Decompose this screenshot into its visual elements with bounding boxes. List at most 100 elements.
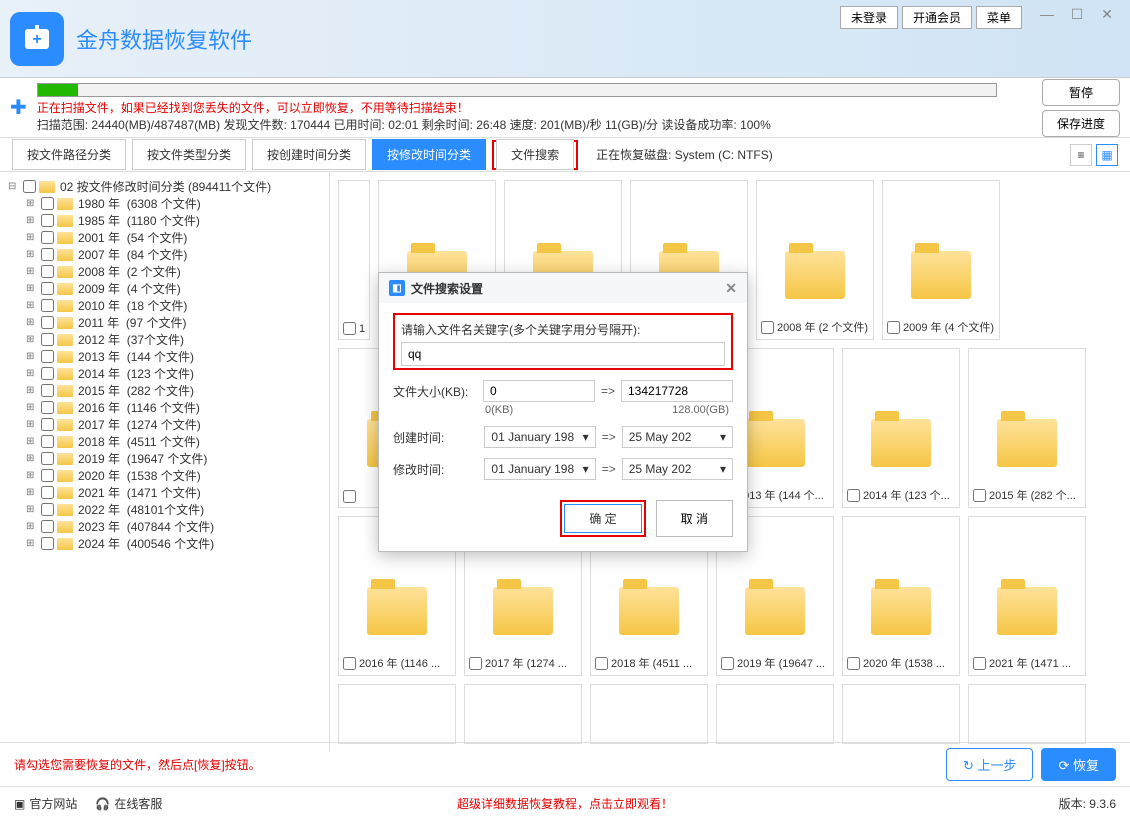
tab-by-path[interactable]: 按文件路径分类 (12, 139, 126, 170)
tree-item[interactable]: ⊞ 1980 年 (6308 个文件) (26, 195, 321, 212)
tile-checkbox[interactable] (595, 657, 608, 670)
tree-checkbox[interactable] (41, 231, 54, 244)
tree-checkbox[interactable] (41, 248, 54, 261)
tree-panel[interactable]: ⊟ 02 按文件修改时间分类 (894411个文件) ⊞ 1980 年 (630… (0, 172, 330, 752)
support-link[interactable]: 🎧在线客服 (95, 795, 162, 812)
expand-icon[interactable]: ⊞ (26, 249, 38, 260)
expand-icon[interactable]: ⊞ (26, 300, 38, 311)
expand-icon[interactable]: ⊞ (26, 385, 38, 396)
tree-item[interactable]: ⊞ 2017 年 (1274 个文件) (26, 416, 321, 433)
tree-root-checkbox[interactable] (23, 180, 36, 193)
tree-checkbox[interactable] (41, 384, 54, 397)
tree-checkbox[interactable] (41, 452, 54, 465)
folder-tile[interactable] (842, 684, 960, 744)
tab-by-type[interactable]: 按文件类型分类 (132, 139, 246, 170)
menu-button[interactable]: 菜单 (976, 6, 1022, 29)
tree-checkbox[interactable] (41, 333, 54, 346)
tree-checkbox[interactable] (41, 418, 54, 431)
official-site-link[interactable]: ▣官方网站 (14, 795, 77, 812)
tree-checkbox[interactable] (41, 435, 54, 448)
tutorial-link[interactable]: 超级详细数据恢复教程，点击立即观看！ (457, 795, 673, 812)
expand-icon[interactable]: ⊞ (26, 266, 38, 277)
expand-icon[interactable]: ⊞ (26, 198, 38, 209)
folder-tile[interactable]: 2020 年 (1538 ... (842, 516, 960, 676)
tree-checkbox[interactable] (41, 299, 54, 312)
size-to-input[interactable] (621, 380, 733, 402)
folder-tile[interactable] (464, 684, 582, 744)
expand-icon[interactable]: ⊞ (26, 436, 38, 447)
keyword-input[interactable] (401, 342, 725, 366)
tree-checkbox[interactable] (41, 282, 54, 295)
grid-view-icon[interactable]: ▦ (1096, 144, 1118, 166)
expand-icon[interactable]: ⊞ (26, 419, 38, 430)
folder-tile[interactable]: 2009 年 (4 个文件) (882, 180, 1000, 340)
tile-checkbox[interactable] (847, 657, 860, 670)
expand-icon[interactable]: ⊞ (26, 470, 38, 481)
tree-item[interactable]: ⊞ 2007 年 (84 个文件) (26, 246, 321, 263)
tree-checkbox[interactable] (41, 537, 54, 550)
open-vip-button[interactable]: 开通会员 (902, 6, 972, 29)
created-from-picker[interactable]: 01 January 198▾ (484, 426, 595, 448)
tree-checkbox[interactable] (41, 350, 54, 363)
expand-icon[interactable]: ⊞ (26, 521, 38, 532)
cancel-button[interactable]: 取 消 (656, 500, 733, 537)
expand-icon[interactable]: ⊞ (26, 283, 38, 294)
expand-icon[interactable]: ⊞ (26, 504, 38, 515)
tree-checkbox[interactable] (41, 265, 54, 278)
expand-icon[interactable]: ⊞ (26, 351, 38, 362)
tree-item[interactable]: ⊞ 2024 年 (400546 个文件) (26, 535, 321, 552)
tree-checkbox[interactable] (41, 316, 54, 329)
tile-checkbox[interactable] (343, 490, 356, 503)
tree-checkbox[interactable] (41, 197, 54, 210)
tree-item[interactable]: ⊞ 2021 年 (1471 个文件) (26, 484, 321, 501)
tile-checkbox[interactable] (721, 657, 734, 670)
size-from-input[interactable] (483, 380, 595, 402)
tree-item[interactable]: ⊞ 2001 年 (54 个文件) (26, 229, 321, 246)
tree-item[interactable]: ⊞ 1985 年 (1180 个文件) (26, 212, 321, 229)
expand-icon[interactable]: ⊞ (26, 368, 38, 379)
list-view-icon[interactable]: ≡ (1070, 144, 1092, 166)
expand-icon[interactable]: ⊞ (26, 538, 38, 549)
tile-checkbox[interactable] (343, 657, 356, 670)
folder-tile[interactable]: 2014 年 (123 个... (842, 348, 960, 508)
modified-to-picker[interactable]: 25 May 202▾ (622, 458, 733, 480)
tile-checkbox[interactable] (973, 489, 986, 502)
tree-item[interactable]: ⊞ 2022 年 (48101个文件) (26, 501, 321, 518)
close-icon[interactable]: ✕ (1092, 6, 1122, 29)
tree-item[interactable]: ⊞ 2018 年 (4511 个文件) (26, 433, 321, 450)
expand-icon[interactable]: ⊞ (26, 402, 38, 413)
expand-icon[interactable]: ⊞ (26, 317, 38, 328)
ok-button[interactable]: 确 定 (564, 504, 641, 533)
folder-tile[interactable] (968, 684, 1086, 744)
pause-button[interactable]: 暂停 (1042, 79, 1120, 106)
folder-tile[interactable] (590, 684, 708, 744)
tree-item[interactable]: ⊞ 2015 年 (282 个文件) (26, 382, 321, 399)
folder-tile[interactable]: 2008 年 (2 个文件) (756, 180, 874, 340)
tree-checkbox[interactable] (41, 214, 54, 227)
tree-item[interactable]: ⊞ 2010 年 (18 个文件) (26, 297, 321, 314)
folder-tile-partial[interactable]: 198 (338, 180, 370, 340)
tree-item[interactable]: ⊞ 2023 年 (407844 个文件) (26, 518, 321, 535)
tile-checkbox[interactable] (887, 321, 900, 334)
tab-file-search[interactable]: 文件搜索 (496, 139, 574, 170)
tree-checkbox[interactable] (41, 469, 54, 482)
expand-icon[interactable]: ⊞ (26, 215, 38, 226)
tree-item[interactable]: ⊞ 2014 年 (123 个文件) (26, 365, 321, 382)
tree-item[interactable]: ⊞ 2008 年 (2 个文件) (26, 263, 321, 280)
tile-checkbox[interactable] (469, 657, 482, 670)
folder-tile[interactable]: 2015 年 (282 个... (968, 348, 1086, 508)
prev-button[interactable]: ↻ 上一步 (946, 748, 1034, 781)
expand-icon[interactable]: ⊞ (26, 453, 38, 464)
tree-item[interactable]: ⊞ 2011 年 (97 个文件) (26, 314, 321, 331)
tree-item[interactable]: ⊞ 2019 年 (19647 个文件) (26, 450, 321, 467)
tree-checkbox[interactable] (41, 503, 54, 516)
tree-checkbox[interactable] (41, 401, 54, 414)
not-logged-in-button[interactable]: 未登录 (840, 6, 898, 29)
tree-checkbox[interactable] (41, 520, 54, 533)
tile-checkbox[interactable] (343, 322, 356, 335)
tree-item[interactable]: ⊞ 2009 年 (4 个文件) (26, 280, 321, 297)
tree-item[interactable]: ⊞ 2013 年 (144 个文件) (26, 348, 321, 365)
tree-root[interactable]: ⊟ 02 按文件修改时间分类 (894411个文件) (8, 178, 321, 195)
tile-checkbox[interactable] (847, 489, 860, 502)
minimize-icon[interactable]: — (1032, 6, 1062, 29)
